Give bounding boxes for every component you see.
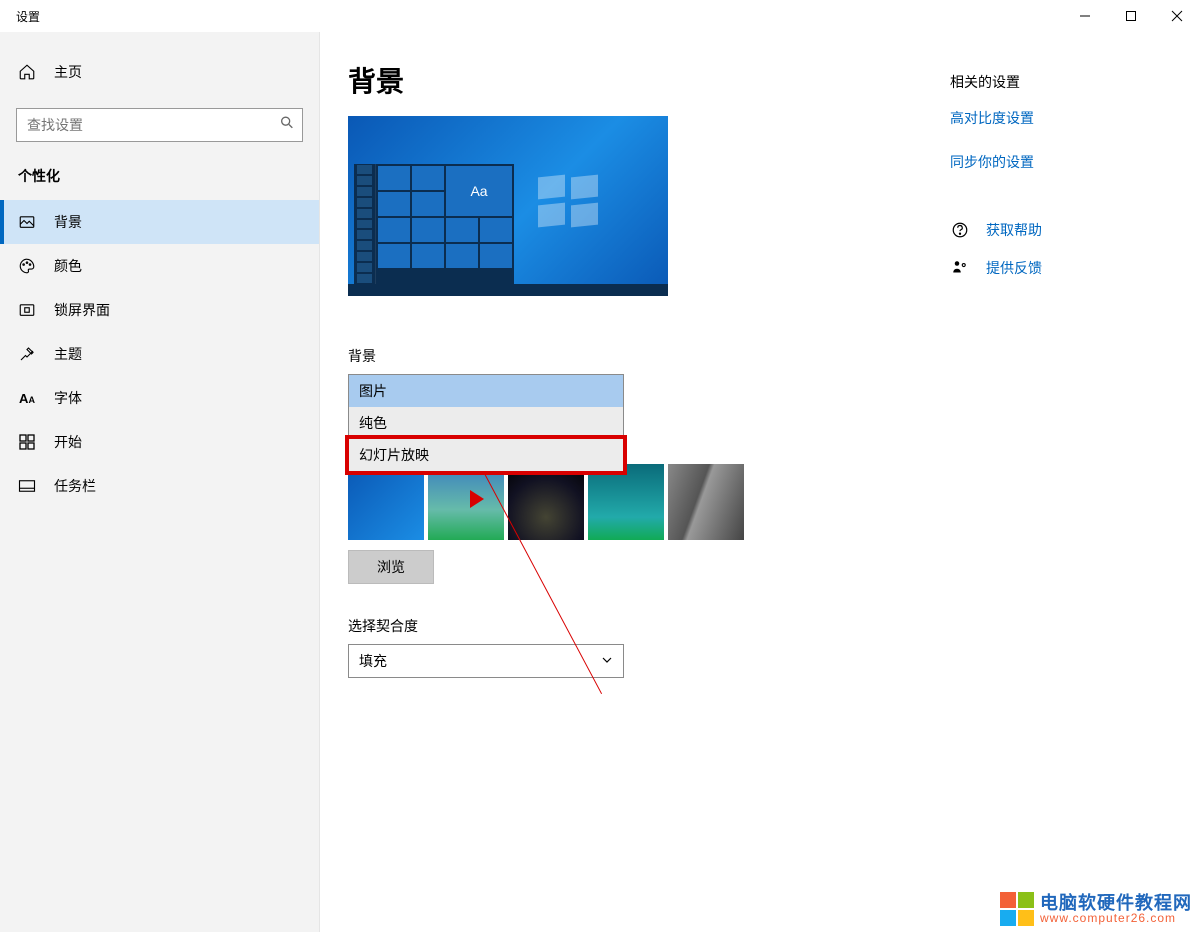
get-help-link[interactable]: 获取帮助 <box>950 220 1160 240</box>
sidebar-item-label: 颜色 <box>54 256 82 276</box>
sidebar-item-label: 字体 <box>54 388 82 408</box>
fit-label: 选择契合度 <box>348 616 1200 636</box>
sidebar-item-taskbar[interactable]: 任务栏 <box>0 464 319 508</box>
image-thumb[interactable] <box>508 464 584 540</box>
home-icon <box>18 63 36 81</box>
dropdown-option-slideshow[interactable]: 幻灯片放映 <box>349 439 623 471</box>
sidebar-item-start[interactable]: 开始 <box>0 420 319 464</box>
watermark-line2: www.computer26.com <box>1040 912 1192 924</box>
rail-help-label: 获取帮助 <box>986 220 1042 240</box>
sidebar-item-label: 主题 <box>54 344 82 364</box>
window-title: 设置 <box>16 8 40 25</box>
chevron-down-icon <box>601 653 613 669</box>
related-settings-rail: 相关的设置 高对比度设置 同步你的设置 获取帮助 提供反馈 <box>950 72 1160 296</box>
dropdown-option-picture[interactable]: 图片 <box>349 375 623 407</box>
watermark-logo-icon <box>1000 892 1034 926</box>
sidebar-section-title: 个性化 <box>0 160 319 200</box>
sidebar-item-background[interactable]: 背景 <box>0 200 319 244</box>
image-thumb[interactable] <box>428 464 504 540</box>
minimize-button[interactable] <box>1062 0 1108 32</box>
preview-startmenu: Aa <box>354 164 514 284</box>
annotation-highlight: 幻灯片放映 <box>345 435 627 475</box>
close-button[interactable] <box>1154 0 1200 32</box>
sidebar-item-colors[interactable]: 颜色 <box>0 244 319 288</box>
sidebar-item-lockscreen[interactable]: 锁屏界面 <box>0 288 319 332</box>
search-icon <box>279 115 295 136</box>
sidebar-item-label: 开始 <box>54 432 82 452</box>
image-thumb[interactable] <box>588 464 664 540</box>
start-icon <box>18 433 36 451</box>
feedback-icon <box>950 259 970 277</box>
font-icon: AA <box>18 389 36 407</box>
search-wrap <box>16 108 303 142</box>
watermark: 电脑软硬件教程网 www.computer26.com <box>1000 892 1192 926</box>
link-sync-settings[interactable]: 同步你的设置 <box>950 152 1160 172</box>
give-feedback-link[interactable]: 提供反馈 <box>950 258 1160 278</box>
windows-logo-icon <box>538 176 598 226</box>
home-label: 主页 <box>54 62 82 82</box>
palette-icon <box>18 257 36 275</box>
background-dropdown[interactable]: 图片 纯色 幻灯片放映 <box>348 374 624 472</box>
fit-value: 填充 <box>359 651 387 671</box>
sidebar: 主页 个性化 背景 颜色 锁屏界面 主题 AA 字体 开始 任务栏 <box>0 32 320 932</box>
taskbar-icon <box>18 477 36 495</box>
browse-button[interactable]: 浏览 <box>348 550 434 584</box>
image-thumb[interactable] <box>348 464 424 540</box>
search-input[interactable] <box>16 108 303 142</box>
sidebar-item-fonts[interactable]: AA 字体 <box>0 376 319 420</box>
rail-feedback-label: 提供反馈 <box>986 258 1042 278</box>
sidebar-item-label: 锁屏界面 <box>54 300 110 320</box>
help-icon <box>950 221 970 239</box>
lockscreen-icon <box>18 301 36 319</box>
titlebar: 设置 <box>0 0 1200 32</box>
themes-icon <box>18 345 36 363</box>
maximize-button[interactable] <box>1108 0 1154 32</box>
picture-icon <box>18 213 36 231</box>
fit-dropdown[interactable]: 填充 <box>348 644 624 678</box>
recent-images <box>348 464 1200 540</box>
sidebar-item-label: 任务栏 <box>54 476 96 496</box>
preview-taskbar <box>348 284 668 296</box>
desktop-preview: Aa <box>348 116 668 296</box>
home-link[interactable]: 主页 <box>0 50 319 94</box>
background-label: 背景 <box>348 346 1200 366</box>
preview-sample-text: Aa <box>446 166 512 216</box>
sidebar-item-label: 背景 <box>54 212 82 232</box>
window-controls <box>1062 0 1200 32</box>
watermark-line1: 电脑软硬件教程网 <box>1040 894 1192 912</box>
image-thumb[interactable] <box>668 464 744 540</box>
rail-title: 相关的设置 <box>950 72 1160 92</box>
link-high-contrast[interactable]: 高对比度设置 <box>950 108 1160 128</box>
sidebar-item-themes[interactable]: 主题 <box>0 332 319 376</box>
